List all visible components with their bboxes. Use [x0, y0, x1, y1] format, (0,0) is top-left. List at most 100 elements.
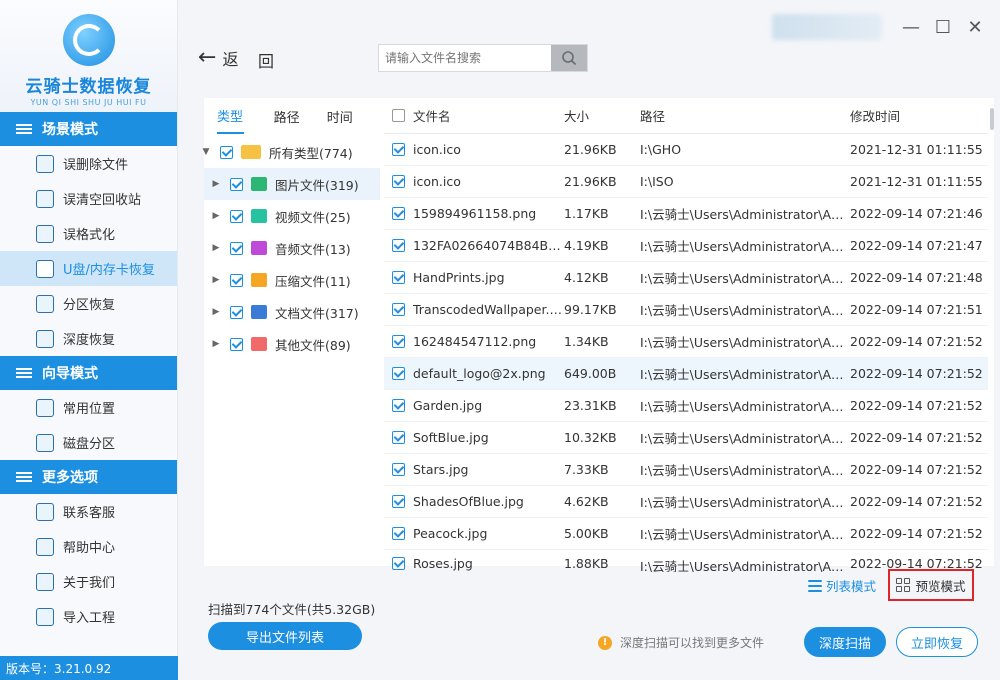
- deep-scan-button[interactable]: 深度扫描: [804, 627, 886, 657]
- table-row[interactable]: icon.ico 21.96KB I:\GHO 2021-12-31 01:11:55: [384, 134, 988, 166]
- table-row[interactable]: Stars.jpg 7.33KB I:\云骑士\Users\Administrato…: [384, 454, 988, 486]
- header-name-cell: 文件名: [384, 106, 564, 125]
- row-checkbox[interactable]: [392, 399, 405, 412]
- file-path: I:\云骑士\Users\Administrator\Ap...: [640, 271, 850, 286]
- caret-right-icon[interactable]: ▶: [210, 179, 222, 189]
- caret-right-icon[interactable]: ▶: [210, 339, 222, 349]
- caret-right-icon[interactable]: ▶: [210, 243, 222, 253]
- arrow-left-icon: ←: [198, 45, 217, 70]
- tree-item-2[interactable]: ▶ 音频文件(13): [204, 232, 380, 264]
- row-checkbox[interactable]: [392, 303, 405, 316]
- column-header-name[interactable]: 文件名: [413, 106, 451, 125]
- table-row[interactable]: 162484547112.png 1.34KB I:\云骑士\Users\Admin…: [384, 326, 988, 358]
- sidebar-item-2-3[interactable]: 导入工程: [0, 599, 177, 634]
- file-path: I:\云骑士\Users\Administrator\Ap...: [640, 207, 850, 222]
- table-row[interactable]: ShadesOfBlue.jpg 4.62KB I:\云骑士\Users\Admin…: [384, 486, 988, 518]
- sidebar-item-0-1[interactable]: 误清空回收站: [0, 181, 177, 216]
- recover-now-button[interactable]: 立即恢复: [896, 627, 978, 657]
- file-path: I:\ISO: [640, 174, 674, 189]
- row-checkbox[interactable]: [392, 271, 405, 284]
- sidebar-item-0-2[interactable]: 误格式化: [0, 216, 177, 251]
- file-path: I:\云骑士\Users\Administrator\Ap...: [640, 495, 850, 510]
- caret-right-icon[interactable]: ▶: [210, 307, 222, 317]
- cell-name: 162484547112.png: [384, 334, 564, 349]
- search-input[interactable]: [379, 45, 551, 71]
- table-row[interactable]: HandPrints.jpg 4.12KB I:\云骑士\Users\Adminis…: [384, 262, 988, 294]
- tree-item-4[interactable]: ▶ 文档文件(317): [204, 296, 380, 328]
- row-checkbox[interactable]: [392, 143, 405, 156]
- sidebar-item-1-1[interactable]: 磁盘分区: [0, 425, 177, 460]
- tree-item-checkbox[interactable]: [230, 209, 243, 223]
- row-checkbox[interactable]: [392, 207, 405, 220]
- sidebar-item-0-5[interactable]: 深度恢复: [0, 321, 177, 356]
- file-path: I:\云骑士\Users\Administrator\Ap...: [640, 335, 850, 350]
- row-checkbox[interactable]: [392, 431, 405, 444]
- search-button[interactable]: [551, 45, 587, 71]
- section-header-1: 向导模式: [0, 356, 177, 390]
- tree-root-checkbox[interactable]: [220, 145, 233, 159]
- row-checkbox[interactable]: [392, 495, 405, 508]
- list-mode-button[interactable]: 列表模式: [808, 576, 876, 595]
- grid-view-icon: [896, 578, 911, 592]
- select-all-checkbox[interactable]: [392, 109, 405, 122]
- table-row[interactable]: Peacock.jpg 5.00KB I:\云骑士\Users\Administra…: [384, 518, 988, 550]
- sidebar-item-label: 关于我们: [63, 576, 116, 591]
- sidebar-item-label: 误清空回收站: [63, 193, 142, 208]
- sidebar-item-0-3[interactable]: U盘/内存卡恢复: [0, 251, 177, 286]
- table-row[interactable]: 159894961158.png 1.17KB I:\云骑士\Users\Admin…: [384, 198, 988, 230]
- file-size: 1.34KB: [564, 334, 609, 349]
- tree-item-checkbox[interactable]: [230, 241, 243, 255]
- tree-label: 视频文件(25): [275, 209, 351, 225]
- caret-down-icon[interactable]: ▼: [200, 147, 212, 157]
- row-checkbox[interactable]: [392, 557, 405, 570]
- tree-item-1[interactable]: ▶ 视频文件(25): [204, 200, 380, 232]
- row-checkbox[interactable]: [392, 527, 405, 540]
- sidebar-item-1-0[interactable]: 常用位置: [0, 390, 177, 425]
- maximize-icon[interactable]: ☐: [934, 17, 952, 38]
- column-header-size[interactable]: 大小: [564, 106, 640, 125]
- row-checkbox[interactable]: [392, 239, 405, 252]
- tree-item-5[interactable]: ▶ 其他文件(89): [204, 328, 380, 360]
- row-checkbox[interactable]: [392, 367, 405, 380]
- table-row[interactable]: default_logo@2x.png 649.00B I:\云骑士\Users\A…: [384, 358, 988, 390]
- file-path: I:\云骑士\Users\Administrator\Ap...: [640, 431, 850, 446]
- sidebar-item-2-1[interactable]: 帮助中心: [0, 529, 177, 564]
- caret-right-icon[interactable]: ▶: [210, 275, 222, 285]
- monitor-icon: [14, 121, 34, 137]
- table-row[interactable]: SoftBlue.jpg 10.32KB I:\云骑士\Users\Administ…: [384, 422, 988, 454]
- sidebar-item-0-0[interactable]: 误删除文件: [0, 146, 177, 181]
- tree-item-checkbox[interactable]: [230, 273, 243, 287]
- column-header-time[interactable]: 修改时间: [850, 106, 988, 125]
- row-checkbox[interactable]: [392, 335, 405, 348]
- preview-mode-button[interactable]: 预览模式: [888, 569, 974, 601]
- export-list-button[interactable]: 导出文件列表: [208, 622, 362, 650]
- table-row[interactable]: TranscodedWallpaper.j... 99.17KB I:\云骑士\Us…: [384, 294, 988, 326]
- tree-item-0[interactable]: ▶ 图片文件(319): [204, 168, 380, 200]
- tree-item-checkbox[interactable]: [230, 177, 243, 191]
- nav-menu: 场景模式 误删除文件 误清空回收站 误格式化 U盘/内存卡恢复 分区恢复 深度恢复 向导模式常…: [0, 112, 177, 634]
- minimize-icon[interactable]: —: [902, 17, 920, 38]
- table-row[interactable]: Garden.jpg 23.31KB I:\云骑士\Users\Administra…: [384, 390, 988, 422]
- caret-right-icon[interactable]: ▶: [210, 211, 222, 221]
- tree-item-3[interactable]: ▶ 压缩文件(11): [204, 264, 380, 296]
- table-row[interactable]: 132FA02664074B84BF67...4.19KB I:\云骑士\User…: [384, 230, 988, 262]
- sidebar-item-label: 误格式化: [63, 228, 116, 243]
- tab-1[interactable]: 路径: [274, 98, 327, 134]
- tree-item-checkbox[interactable]: [230, 305, 243, 319]
- table-scrollbar[interactable]: [990, 108, 994, 130]
- column-header-path[interactable]: 路径: [640, 106, 850, 125]
- close-icon[interactable]: ✕: [966, 17, 984, 38]
- tree-item-checkbox[interactable]: [230, 337, 243, 351]
- back-button[interactable]: ← 返: [198, 46, 238, 70]
- sidebar-item-0-4[interactable]: 分区恢复: [0, 286, 177, 321]
- sidebar-item-2-2[interactable]: 关于我们: [0, 564, 177, 599]
- tab-0[interactable]: 类型: [217, 98, 244, 134]
- row-checkbox[interactable]: [392, 463, 405, 476]
- user-account-area[interactable]: [772, 14, 882, 40]
- tab-2[interactable]: 时间: [327, 98, 380, 134]
- table-row[interactable]: icon.ico 21.96KB I:\ISO 2021-12-31 01:11:55: [384, 166, 988, 198]
- file-path: I:\云骑士\Users\Administrator\Ap...: [640, 399, 850, 414]
- tree-root[interactable]: ▼ 所有类型(774): [203, 136, 380, 168]
- sidebar-item-2-0[interactable]: 联系客服: [0, 494, 177, 529]
- row-checkbox[interactable]: [392, 175, 405, 188]
